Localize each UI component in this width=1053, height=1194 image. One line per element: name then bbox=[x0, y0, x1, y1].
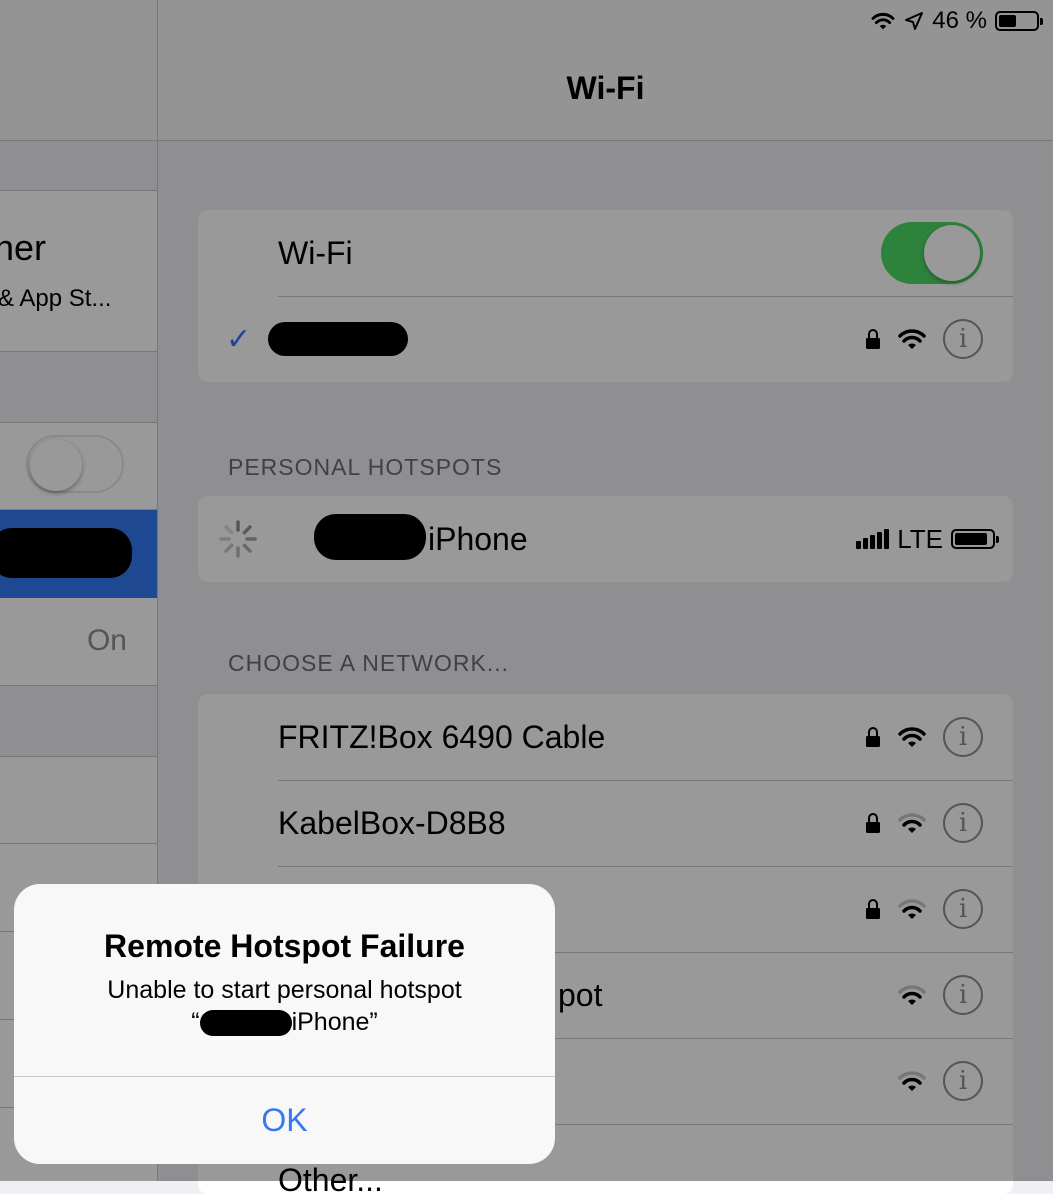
alert-message: Unable to start personal hotspot “ iPhone… bbox=[14, 974, 555, 1038]
alert-dialog: Remote Hotspot Failure Unable to start p… bbox=[14, 884, 555, 1164]
alert-title: Remote Hotspot Failure bbox=[104, 928, 465, 964]
alert-message-line2: “ iPhone” bbox=[14, 1006, 555, 1038]
ok-button[interactable]: OK bbox=[14, 1077, 555, 1164]
alert-message-line1: Unable to start personal hotspot bbox=[107, 976, 462, 1004]
alert-hotspot-name: iPhone” bbox=[291, 1008, 378, 1036]
open-quote: “ bbox=[191, 1008, 200, 1036]
redacted-hotspot-owner bbox=[199, 1010, 292, 1037]
